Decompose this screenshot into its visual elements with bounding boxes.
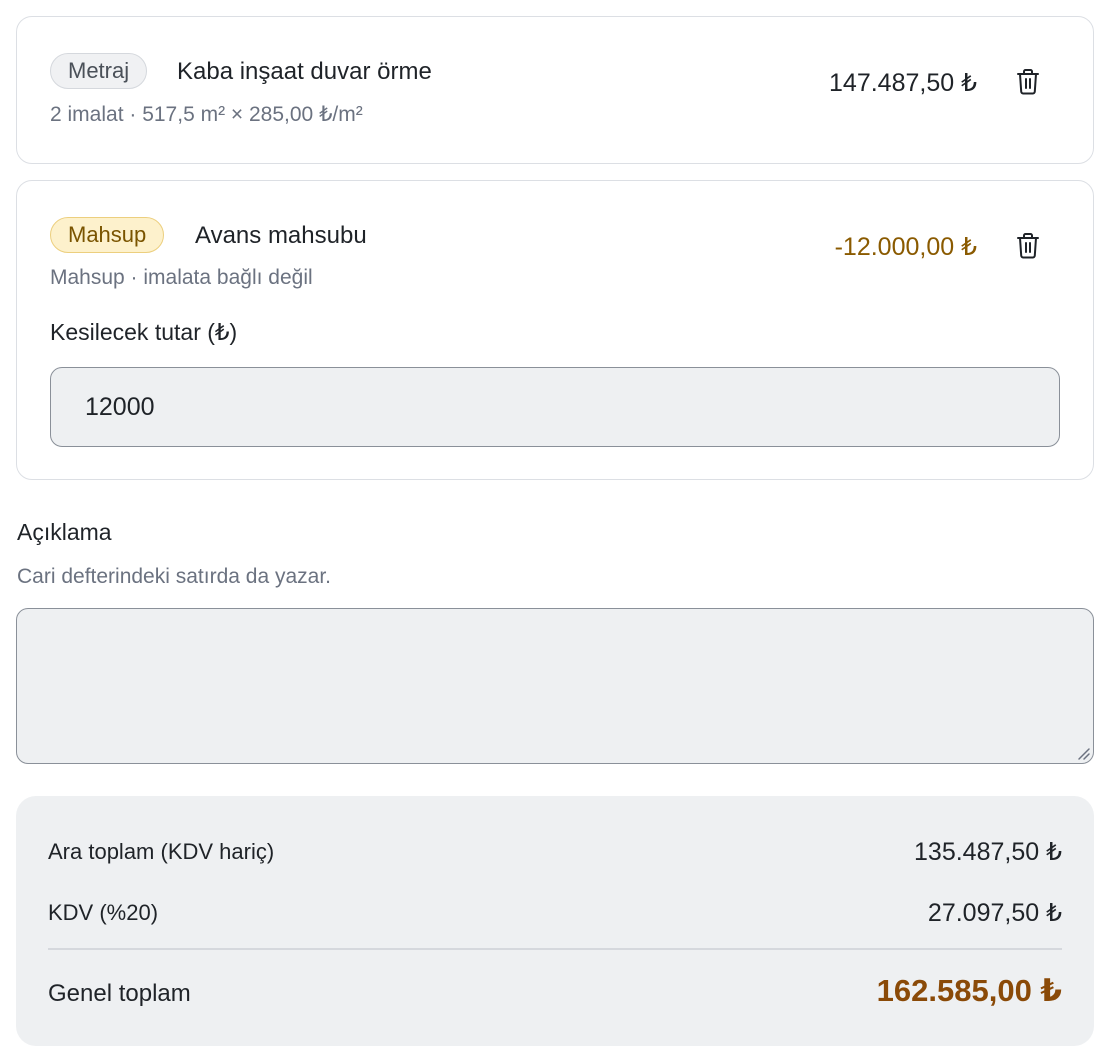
- item-amount: 147.487,50 ₺: [829, 69, 977, 97]
- grand-total-label: Genel toplam: [48, 980, 191, 1007]
- description-label: Açıklama: [17, 519, 112, 545]
- description-textarea[interactable]: [16, 608, 1094, 764]
- type-badge: Metraj: [50, 53, 148, 89]
- type-badge: Mahsup: [50, 217, 165, 253]
- deduction-amount-label: Kesilecek tutar (₺): [50, 319, 238, 345]
- item-subtitle: 2 imalat · 517,5 m² × 285,00 ₺/m²: [50, 103, 363, 126]
- subtotal-label: Ara toplam (KDV hariç): [48, 839, 275, 864]
- item-amount: -12.000,00 ₺: [834, 233, 977, 261]
- trash-icon: [1017, 233, 1039, 259]
- deduction-amount-input[interactable]: 12000: [50, 367, 1060, 447]
- totals-divider: [48, 948, 1062, 950]
- vat-value: 27.097,50 ₺: [927, 899, 1062, 927]
- item-subtitle: Mahsup · imalata bağlı değil: [50, 266, 313, 289]
- item-title: Kaba inşaat duvar örme: [177, 58, 432, 85]
- description-hint: Cari defterindeki satırda da yazar.: [17, 565, 331, 588]
- grand-total-value: 162.585,00 ₺: [876, 973, 1062, 1008]
- vat-label: KDV (%20): [48, 900, 159, 925]
- trash-icon: [1017, 69, 1039, 95]
- subtotal-value: 135.487,50 ₺: [914, 838, 1062, 866]
- resize-grip-icon[interactable]: [1075, 745, 1091, 761]
- delete-item-button[interactable]: [1013, 230, 1043, 262]
- line-item-card: Metraj Kaba inşaat duvar örme 2 imalat ·…: [16, 16, 1094, 164]
- totals-panel: Ara toplam (KDV hariç) 135.487,50 ₺ KDV …: [16, 796, 1094, 1046]
- line-item-card: Mahsup Avans mahsubu Mahsup · imalata ba…: [16, 180, 1094, 480]
- delete-item-button[interactable]: [1013, 66, 1043, 98]
- item-title: Avans mahsubu: [195, 222, 367, 249]
